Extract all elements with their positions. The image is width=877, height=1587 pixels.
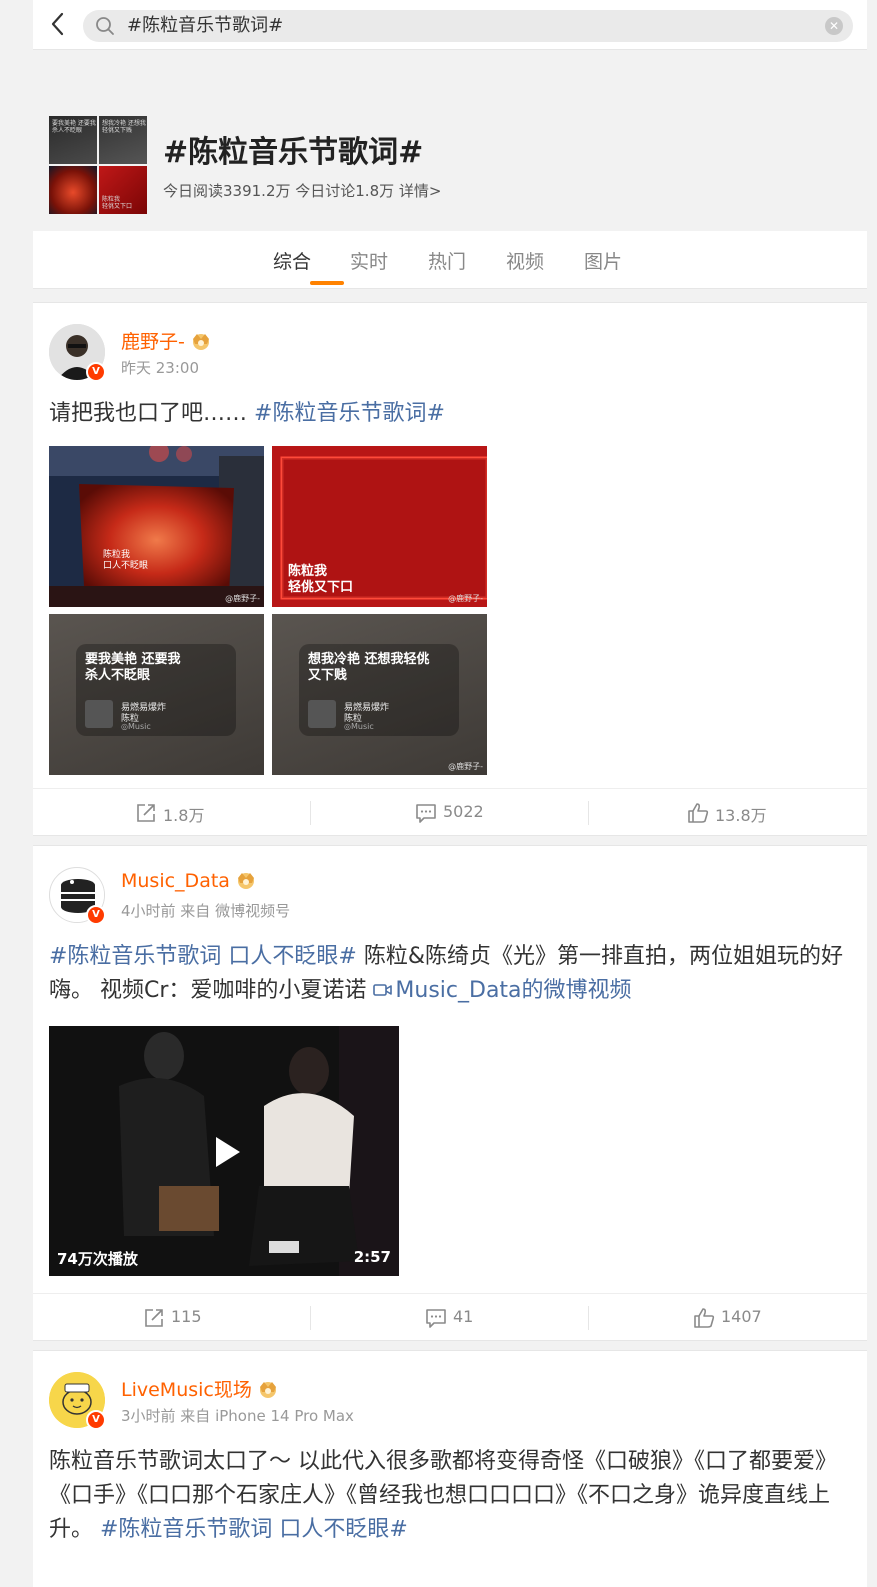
music-app: ◎Music (344, 722, 374, 731)
tab-hot[interactable]: 热门 (428, 247, 466, 274)
username[interactable]: LiveMusic现场 (121, 1379, 252, 1401)
post-text: #陈粒音乐节歌词 口人不眨眼# 陈粒&陈绮贞《光》第一排直拍，两位姐姐玩的好嗨。… (49, 944, 844, 1003)
crown-icon (237, 873, 254, 889)
topic-thumb-2: 想我冷艳 还想我 轻佻又下贱 (99, 116, 147, 164)
lyric-card: 想我冷艳 还想我轻佻 又下贱 易燃易爆炸 陈粒 ◎Music (299, 644, 459, 736)
lyric-text: 想我冷艳 还想我轻佻 又下贱 (308, 652, 430, 683)
post-card: V Music_Data 4小时前 来自 微博视频号 #陈粒音乐节歌词 口人不眨… (33, 845, 867, 1341)
crown-icon (192, 334, 209, 350)
tab-bar: 综合 实时 热门 视频 图片 (33, 231, 867, 289)
post-time: 昨天 23:00 (121, 359, 199, 377)
search-query: #陈粒音乐节歌词# (127, 15, 284, 36)
topic-title: #陈粒音乐节歌词# (163, 135, 424, 170)
repost-icon (137, 804, 155, 822)
repost-button[interactable]: 115 (33, 1294, 311, 1342)
image-caption: 陈粒我 口人不眨眼 (103, 550, 149, 571)
post-source: 4小时前 来自 微博视频号 (121, 902, 291, 920)
like-icon (688, 803, 709, 823)
watermark: @鹿野子- (225, 594, 260, 603)
search-icon (96, 17, 114, 35)
post-source: 3小时前 来自 iPhone 14 Pro Max (121, 1407, 354, 1425)
album-cover (308, 700, 336, 728)
watermark: @鹿野子- (448, 762, 483, 771)
video-player[interactable]: 74万次播放 2:57 (49, 1026, 399, 1276)
post-card: V 鹿野子- 昨天 23:00 请把我也口了吧…… #陈粒音乐节歌词# 陈粒我 … (33, 302, 867, 836)
album-cover (85, 700, 113, 728)
active-tab-indicator (310, 281, 344, 285)
username[interactable]: Music_Data (121, 870, 230, 892)
post-image-4[interactable]: 想我冷艳 还想我轻佻 又下贱 易燃易爆炸 陈粒 ◎Music @鹿野子- (272, 614, 487, 775)
post-actions: 115 41 1407 (33, 1293, 867, 1341)
crown-icon (259, 1382, 276, 1398)
like-button[interactable]: 13.8万 (589, 789, 867, 837)
tab-realtime[interactable]: 实时 (350, 247, 388, 274)
comment-icon (426, 1309, 446, 1328)
post-image-3[interactable]: 要我美艳 还要我 杀人不眨眼 易燃易爆炸 陈粒 ◎Music (49, 614, 264, 775)
video-link[interactable]: Music_Data的微博视频 (373, 978, 632, 1003)
video-duration: 2:57 (353, 1248, 391, 1266)
lyric-text: 要我美艳 还要我 杀人不眨眼 (85, 652, 181, 683)
topic-thumb-4: 陈粒我 轻佻又下口 (99, 166, 147, 214)
like-count: 13.8万 (715, 806, 767, 825)
comment-icon (416, 804, 436, 823)
play-icon[interactable] (214, 1135, 242, 1169)
topic-thumbnail: 要我美艳 还要我 杀人不眨眼 想我冷艳 还想我 轻佻又下贱 陈粒我 轻佻又下口 (49, 116, 147, 214)
post-text: 陈粒音乐节歌词太口了～ 以此代入很多歌都将变得奇怪《口破狼》《口了都要爱》《口手… (49, 1449, 837, 1542)
hashtag-link[interactable]: #陈粒音乐节歌词# (254, 401, 445, 426)
repost-count: 115 (171, 1307, 202, 1326)
comment-button[interactable]: 41 (311, 1294, 589, 1342)
watermark: @鹿野子- (448, 594, 483, 603)
concert-photo (49, 446, 264, 607)
post-image-1[interactable]: 陈粒我 口人不眨眼 @鹿野子- (49, 446, 264, 607)
verified-badge-icon: V (86, 905, 106, 925)
repost-count: 1.8万 (163, 806, 205, 825)
post-text: 请把我也口了吧…… #陈粒音乐节歌词# (49, 401, 445, 426)
search-input[interactable]: #陈粒音乐节歌词# ✕ (83, 10, 853, 42)
back-arrow-icon[interactable] (47, 11, 69, 37)
play-count: 74万次播放 (57, 1250, 138, 1268)
post-image-2[interactable]: 陈粒我 轻佻又下口 @鹿野子- (272, 446, 487, 607)
post-card: V LiveMusic现场 3小时前 来自 iPhone 14 Pro Max … (33, 1350, 867, 1587)
topic-thumb-1: 要我美艳 还要我 杀人不眨眼 (49, 116, 97, 164)
comment-count: 41 (453, 1307, 474, 1326)
music-app: ◎Music (121, 722, 151, 731)
repost-button[interactable]: 1.8万 (33, 789, 311, 837)
username[interactable]: 鹿野子- (121, 331, 185, 353)
tab-comprehensive[interactable]: 综合 (273, 247, 311, 274)
top-bar: #陈粒音乐节歌词# ✕ (33, 0, 867, 50)
video-camera-icon (373, 984, 393, 996)
comment-button[interactable]: 5022 (311, 789, 589, 837)
comment-count: 5022 (443, 802, 484, 821)
topic-stats[interactable]: 今日阅读3391.2万 今日讨论1.8万 详情> (163, 180, 441, 201)
repost-icon (145, 1309, 163, 1327)
like-icon (694, 1308, 715, 1328)
like-count: 1407 (721, 1307, 762, 1326)
tab-pictures[interactable]: 图片 (584, 247, 622, 274)
lyric-card: 要我美艳 还要我 杀人不眨眼 易燃易爆炸 陈粒 ◎Music (76, 644, 236, 736)
image-caption: 陈粒我 轻佻又下口 (288, 564, 354, 595)
hashtag-link[interactable]: #陈粒音乐节歌词 口人不眨眼# (100, 1517, 408, 1542)
hashtag-link[interactable]: #陈粒音乐节歌词 口人不眨眼# (49, 944, 357, 969)
topic-thumb-3 (49, 166, 97, 214)
verified-badge-icon: V (86, 362, 106, 382)
like-button[interactable]: 1407 (589, 1294, 867, 1342)
tab-video[interactable]: 视频 (506, 247, 544, 274)
verified-badge-icon: V (86, 1410, 106, 1430)
post-actions: 1.8万 5022 13.8万 (33, 788, 867, 836)
clear-icon[interactable]: ✕ (825, 17, 843, 35)
